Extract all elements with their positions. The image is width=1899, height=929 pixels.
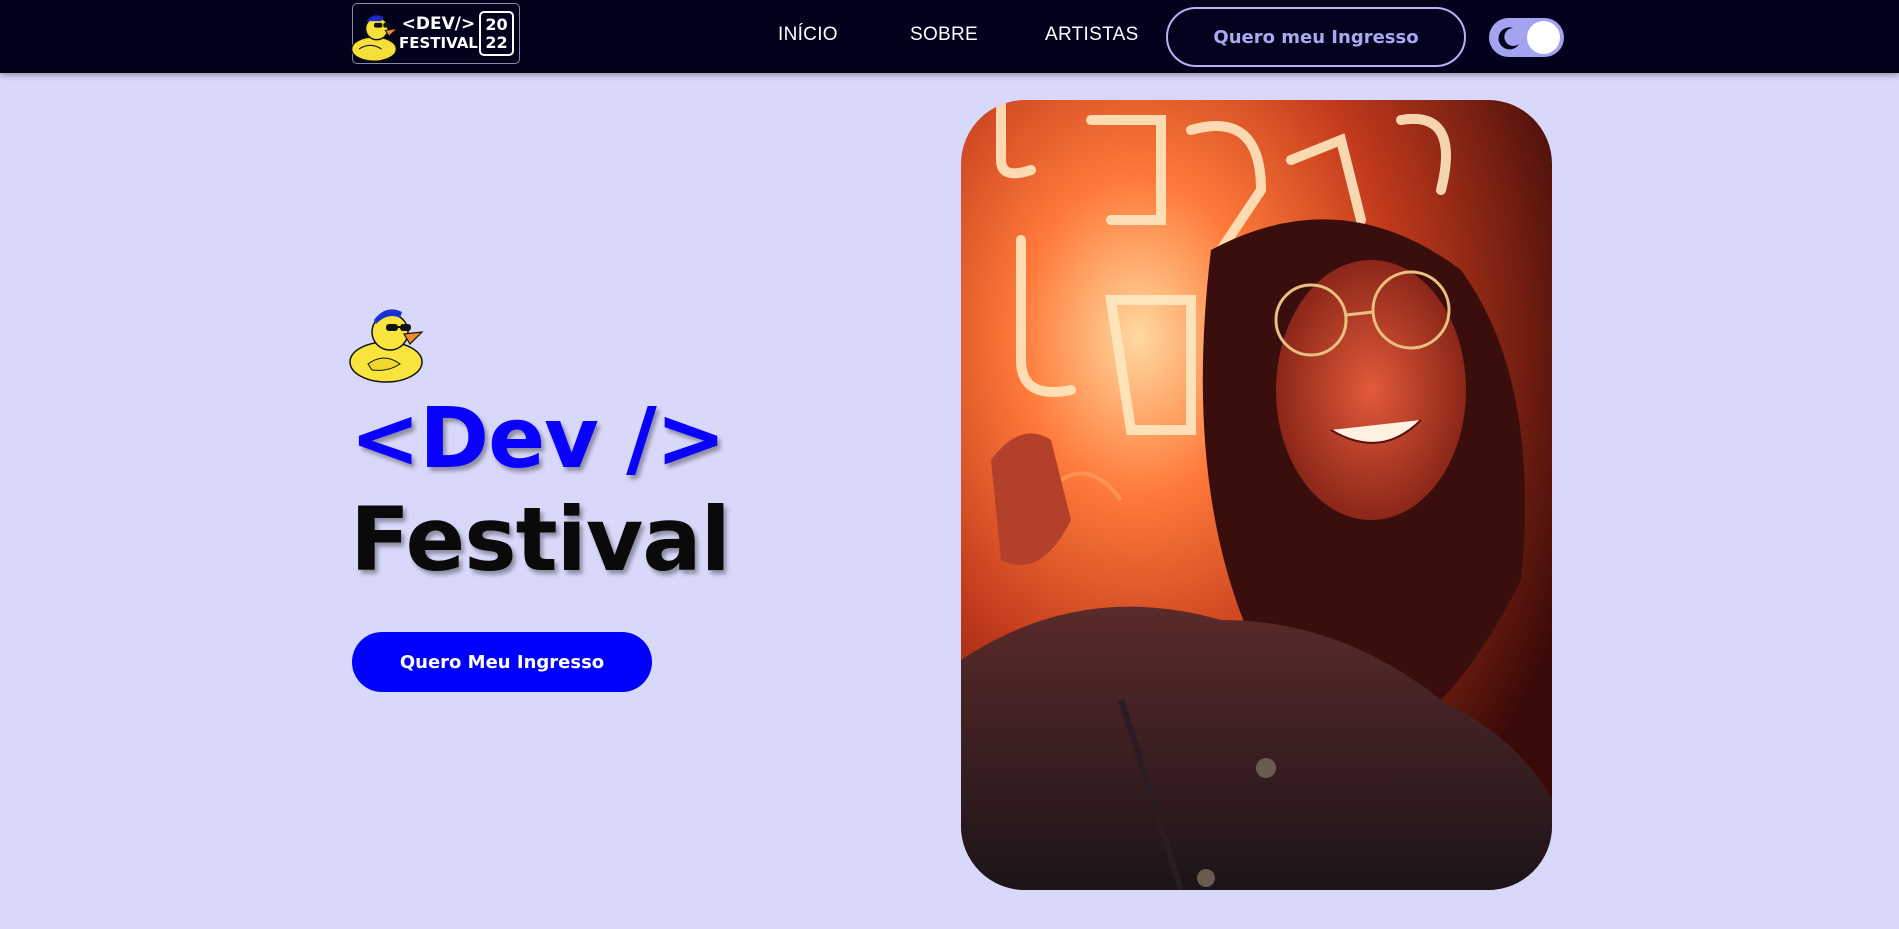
top-navbar: <DEV/> FESTIVAL 20 22 INÍCIO SOBRE ARTIS… [0, 0, 1899, 73]
moon-icon [1498, 27, 1519, 50]
duck-mascot-icon [350, 15, 399, 62]
hero-photo [961, 100, 1552, 890]
nav-link-sobre[interactable]: SOBRE [910, 24, 978, 46]
logo-wordmark: <DEV/> FESTIVAL [399, 15, 478, 53]
theme-toggle[interactable] [1489, 18, 1564, 57]
logo-year-badge: 20 22 [479, 11, 514, 56]
header-ticket-button[interactable]: Quero meu Ingresso [1166, 7, 1466, 67]
hero-title-festival: Festival [350, 488, 731, 591]
woman-neon-light-photo [961, 100, 1552, 890]
logo-line-festival: FESTIVAL [399, 34, 478, 52]
nav-link-inicio[interactable]: INÍCIO [778, 24, 838, 46]
duck-mascot-icon [349, 309, 424, 383]
logo-year-bottom: 22 [485, 33, 508, 52]
hero-title-dev: <Dev /> [350, 389, 726, 487]
logo-line-dev: <DEV/> [401, 14, 476, 34]
festival-logo[interactable]: <DEV/> FESTIVAL 20 22 [350, 3, 520, 64]
logo-year-top: 20 [485, 15, 508, 34]
hero-ticket-button[interactable]: Quero Meu Ingresso [352, 632, 652, 692]
toggle-knob [1527, 21, 1560, 54]
nav-link-artistas[interactable]: ARTISTAS [1045, 24, 1139, 46]
